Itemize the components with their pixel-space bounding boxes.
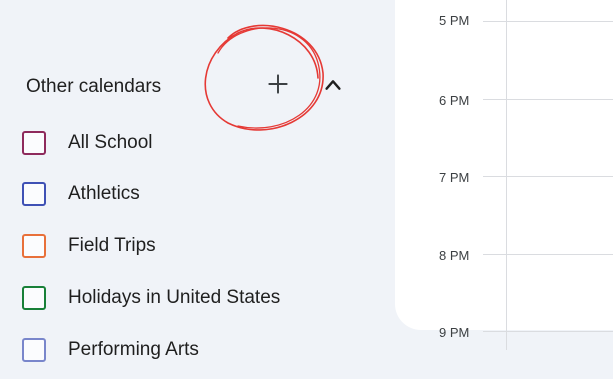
calendar-item-all-school[interactable]: All School: [22, 126, 362, 160]
plus-icon: [268, 74, 288, 94]
section-title: Other calendars: [26, 76, 162, 97]
hour-label: 9 PM: [439, 325, 470, 340]
calendar-label: Performing Arts: [68, 339, 199, 360]
hour-line: [483, 21, 613, 22]
hour-label: 5 PM: [439, 13, 470, 28]
sidebar: Other calendars All School Athletics Fie…: [0, 0, 395, 379]
collapse-section-button[interactable]: [318, 70, 348, 100]
calendar-item-performing-arts[interactable]: Performing Arts: [22, 333, 362, 367]
calendar-item-athletics[interactable]: Athletics: [22, 177, 362, 211]
calendar-label: Athletics: [68, 183, 140, 204]
other-calendars-header: Other calendars: [26, 70, 356, 104]
day-column-divider: [506, 0, 507, 350]
calendar-checkbox[interactable]: [22, 286, 46, 310]
calendar-checkbox[interactable]: [22, 338, 46, 362]
calendar-checkbox[interactable]: [22, 182, 46, 206]
add-other-calendars-button[interactable]: [260, 66, 296, 102]
calendar-label: All School: [68, 132, 153, 153]
hour-line: [483, 176, 613, 177]
calendar-item-field-trips[interactable]: Field Trips: [22, 229, 362, 263]
day-view: 5 PM 6 PM 7 PM 8 PM 9 PM: [395, 0, 613, 379]
hour-line: [483, 254, 613, 255]
calendar-item-holidays-in-united-states[interactable]: Holidays in United States: [22, 281, 362, 315]
hour-line: [483, 331, 613, 332]
calendar-label: Field Trips: [68, 235, 156, 256]
hour-label: 7 PM: [439, 170, 470, 185]
calendar-checkbox[interactable]: [22, 131, 46, 155]
calendar-checkbox[interactable]: [22, 234, 46, 258]
hour-label: 8 PM: [439, 248, 470, 263]
hour-label: 6 PM: [439, 93, 470, 108]
calendar-label: Holidays in United States: [68, 287, 281, 308]
time-grid[interactable]: 5 PM 6 PM 7 PM 8 PM 9 PM: [395, 0, 613, 350]
hour-line: [483, 99, 613, 100]
chevron-up-icon: [325, 80, 341, 90]
